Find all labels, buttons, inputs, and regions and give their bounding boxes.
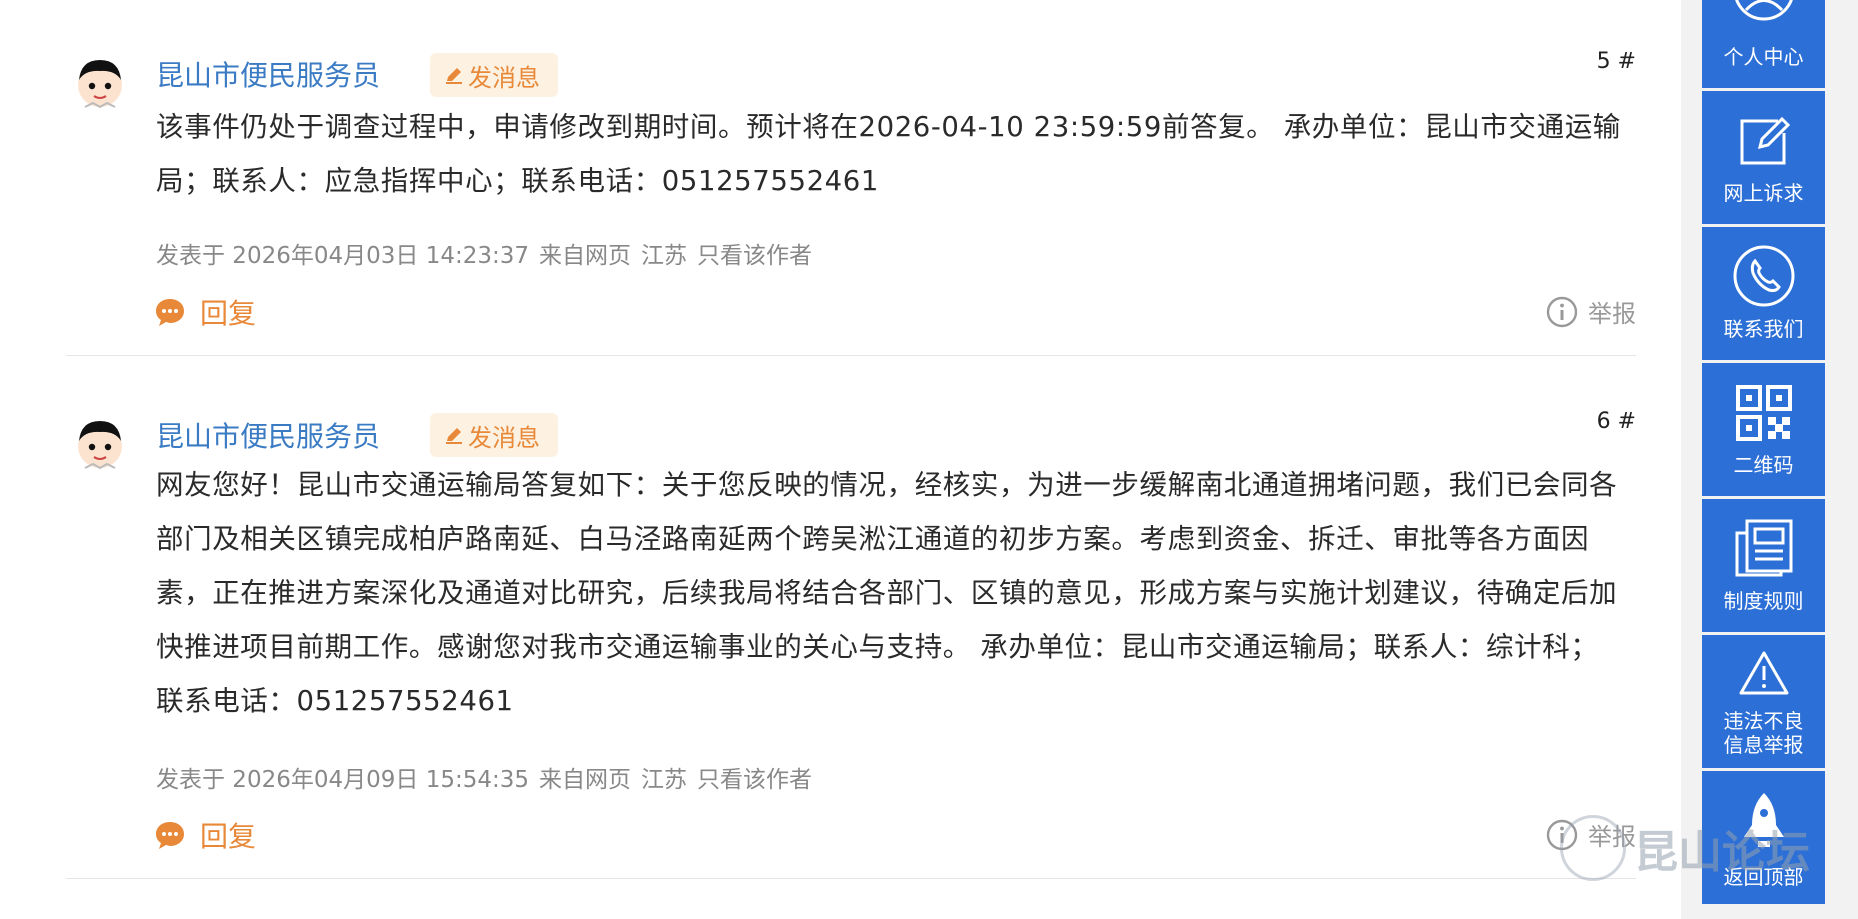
sidebar-item-online-appeal[interactable]: 网上诉求 bbox=[1702, 91, 1825, 224]
post-content: 该事件仍处于调查过程中，申请修改到期时间。预计将在2026-04-10 23:5… bbox=[156, 111, 1621, 197]
pencil-icon bbox=[446, 68, 462, 84]
post-region: 江苏 bbox=[641, 243, 687, 269]
post-meta: 发表于 2026年04月03日 14:23:37 来自网页 江苏 只看该作者 bbox=[156, 236, 822, 270]
post-divider bbox=[66, 355, 1636, 356]
sidebar-item-label: 个人中心 bbox=[1723, 45, 1804, 69]
post-divider bbox=[66, 878, 1636, 879]
send-message-label: 发消息 bbox=[468, 423, 540, 452]
report-label: 举报 bbox=[1588, 300, 1636, 328]
edit-icon bbox=[1740, 116, 1790, 165]
post-meta: 发表于 2026年04月09日 15:54:35 来自网页 江苏 只看该作者 bbox=[156, 760, 822, 794]
author-name[interactable]: 昆山市便民服务员 bbox=[156, 415, 380, 455]
sidebar-item-illegal-report[interactable]: 违法不良 信息举报 bbox=[1702, 635, 1825, 768]
reply-button[interactable]: 回复 bbox=[154, 815, 256, 855]
thread-panel: 昆山市便民服务员 发消息 5 # 该事件仍处于调查过程中，申请修改到期时间。预计… bbox=[0, 0, 1681, 919]
author-name[interactable]: 昆山市便民服务员 bbox=[156, 54, 380, 94]
warning-icon bbox=[1739, 651, 1788, 695]
post-time: 发表于 2026年04月03日 14:23:37 bbox=[156, 243, 529, 269]
reply-label: 回复 bbox=[200, 820, 257, 853]
watermark-circle bbox=[1560, 815, 1626, 881]
watermark-logo: 昆山论坛 bbox=[1560, 815, 1810, 881]
send-message-label: 发消息 bbox=[468, 63, 540, 92]
post-region: 江苏 bbox=[641, 767, 687, 793]
sidebar-item-label: 二维码 bbox=[1733, 453, 1794, 477]
sidebar-item-label: 联系我们 bbox=[1723, 317, 1804, 341]
watermark-text: 昆山论坛 bbox=[1634, 827, 1810, 878]
chat-bubble-icon bbox=[156, 299, 184, 326]
qrcode-icon bbox=[1735, 385, 1792, 441]
report-button[interactable]: 举报 bbox=[1546, 294, 1636, 329]
send-message-button[interactable]: 发消息 bbox=[430, 413, 558, 457]
only-author-link[interactable]: 只看该作者 bbox=[697, 767, 812, 793]
sidebar-item-profile[interactable]: 个人中心 bbox=[1702, 0, 1825, 88]
sidebar-item-qrcode[interactable]: 二维码 bbox=[1702, 363, 1825, 496]
right-sidebar: 个人中心 网上诉求 联系我们 二维码 制度规则 违法不良 信息举报 返回顶部 bbox=[1702, 0, 1825, 919]
user-icon bbox=[1734, 0, 1793, 21]
floor-number[interactable]: 6 # bbox=[1597, 409, 1636, 434]
avatar[interactable] bbox=[71, 415, 129, 473]
sidebar-item-label: 制度规则 bbox=[1723, 589, 1804, 613]
reply-label: 回复 bbox=[200, 297, 257, 330]
post-source: 来自网页 bbox=[539, 767, 631, 793]
post-time: 发表于 2026年04月09日 15:54:35 bbox=[156, 767, 529, 793]
sidebar-item-contact[interactable]: 联系我们 bbox=[1702, 227, 1825, 360]
avatar[interactable] bbox=[71, 54, 129, 112]
only-author-link[interactable]: 只看该作者 bbox=[697, 243, 812, 269]
pencil-icon bbox=[446, 428, 462, 444]
reply-button[interactable]: 回复 bbox=[154, 292, 256, 332]
send-message-button[interactable]: 发消息 bbox=[430, 53, 558, 97]
chat-bubble-icon bbox=[156, 822, 184, 849]
document-icon bbox=[1735, 519, 1792, 577]
sidebar-item-label: 违法不良 信息举报 bbox=[1723, 709, 1804, 757]
post-content: 网友您好！昆山市交通运输局答复如下：关于您反映的情况，经核实，为进一步缓解南北通… bbox=[156, 469, 1618, 717]
floor-number[interactable]: 5 # bbox=[1597, 49, 1636, 74]
phone-icon bbox=[1733, 245, 1794, 307]
post-source: 来自网页 bbox=[539, 243, 631, 269]
sidebar-item-label: 网上诉求 bbox=[1723, 181, 1804, 205]
info-icon bbox=[1546, 296, 1578, 327]
sidebar-item-rules[interactable]: 制度规则 bbox=[1702, 499, 1825, 632]
